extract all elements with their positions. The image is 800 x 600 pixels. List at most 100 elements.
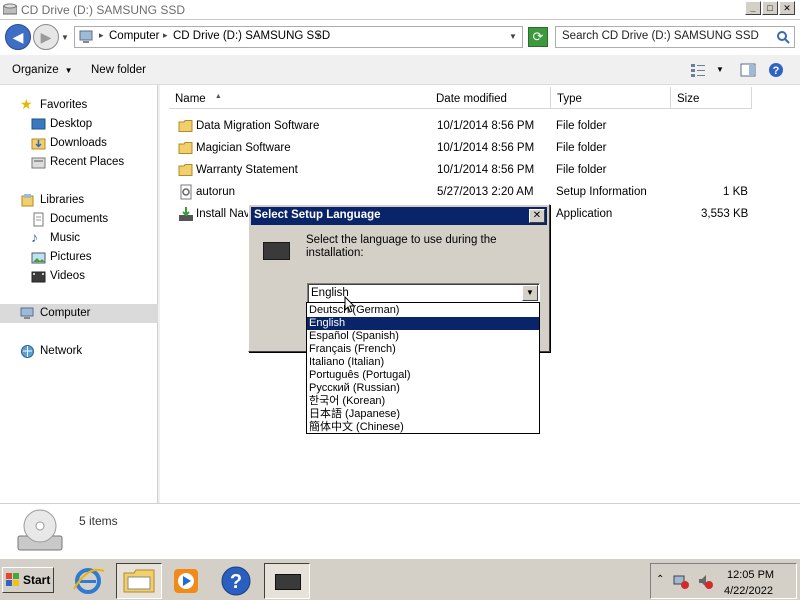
nav-music[interactable]: ♪ Music	[0, 229, 158, 248]
language-option-selected[interactable]: English	[307, 317, 539, 330]
nav-network-label: Network	[40, 345, 83, 357]
view-dropdown-icon[interactable]: ▼	[716, 65, 724, 74]
nav-documents[interactable]: Documents	[0, 210, 158, 229]
clock-date[interactable]: 4/22/2022	[724, 585, 773, 597]
nav-downloads-label: Downloads	[50, 137, 107, 149]
maximize-button[interactable]: □	[762, 1, 778, 15]
language-option[interactable]: 簡体中文 (Chinese)	[307, 421, 539, 434]
column-header-date[interactable]: Date modified	[430, 87, 551, 109]
file-type: File folder	[556, 120, 607, 132]
address-bar[interactable]: ▸ Computer ▸ CD Drive (D:) SAMSUNG SSD ▾…	[74, 26, 523, 48]
nav-favorites[interactable]: ★ Favorites	[0, 96, 158, 115]
file-type: Setup Information	[556, 186, 647, 198]
file-name: Magician Software	[196, 142, 291, 154]
documents-icon	[33, 212, 44, 227]
file-name: Warranty Statement	[196, 164, 298, 176]
language-option[interactable]: 日本語 (Japanese)	[307, 408, 539, 421]
crumb-computer[interactable]: Computer	[109, 30, 160, 42]
new-folder-button[interactable]: New folder	[91, 64, 146, 76]
file-type: File folder	[556, 142, 607, 154]
setup-info-icon	[180, 184, 192, 200]
help-support-icon[interactable]: ?	[216, 563, 256, 599]
search-icon[interactable]	[776, 30, 790, 44]
file-row[interactable]: Magician Software 10/1/2014 8:56 PM File…	[160, 137, 800, 159]
recent-pages-dropdown[interactable]: ▼	[61, 33, 69, 42]
file-row[interactable]: Data Migration Software 10/1/2014 8:56 P…	[160, 115, 800, 137]
file-date: 10/1/2014 8:56 PM	[437, 164, 535, 176]
language-option[interactable]: Italiano (Italian)	[307, 356, 539, 369]
nav-downloads[interactable]: Downloads	[0, 134, 158, 153]
language-option[interactable]: 한국어 (Korean)	[307, 395, 539, 408]
organize-button[interactable]: Organize ▼	[12, 64, 73, 76]
crumb-current-drive[interactable]: CD Drive (D:) SAMSUNG SSD	[173, 30, 330, 42]
column-header-size[interactable]: Size	[671, 87, 752, 109]
view-options-icon[interactable]	[690, 62, 706, 78]
search-input[interactable]: Search CD Drive (D:) SAMSUNG SSD	[555, 26, 795, 48]
pictures-icon	[31, 252, 46, 264]
nav-desktop[interactable]: Desktop	[0, 115, 158, 134]
svg-text:?: ?	[773, 65, 780, 77]
nav-videos[interactable]: Videos	[0, 267, 158, 286]
file-row[interactable]: autorun 5/27/2013 2:20 AM Setup Informat…	[160, 181, 800, 203]
explorer-taskbar-button[interactable]	[116, 563, 162, 599]
address-history-icon[interactable]: ▼	[509, 32, 517, 41]
minimize-button[interactable]: _	[745, 1, 761, 15]
chevron-down-icon[interactable]: ▼	[522, 285, 538, 301]
music-icon: ♪	[31, 229, 38, 245]
language-option[interactable]: Русский (Russian)	[307, 382, 539, 395]
system-tray: ⌃ 12:05 PM 4/22/2022	[650, 563, 797, 599]
nav-computer[interactable]: Computer	[0, 304, 158, 323]
arrow-right-icon: ▶	[40, 29, 52, 45]
media-player-icon[interactable]	[166, 563, 206, 599]
language-option[interactable]: Français (French)	[307, 343, 539, 356]
language-option[interactable]: Español (Spanish)	[307, 330, 539, 343]
help-icon[interactable]: ?	[768, 62, 784, 78]
clock-time[interactable]: 12:05 PM	[727, 569, 774, 581]
show-hidden-icons-icon[interactable]: ⌃	[656, 574, 664, 585]
language-option[interactable]: Deutsch (German)	[307, 304, 539, 317]
refresh-button[interactable]: ⟳	[528, 27, 548, 47]
crumb-separator-icon[interactable]: ▸	[163, 30, 168, 41]
file-date: 10/1/2014 8:56 PM	[437, 120, 535, 132]
crumb-dropdown-icon[interactable]: ▾	[316, 30, 321, 41]
file-row[interactable]: Warranty Statement 10/1/2014 8:56 PM Fil…	[160, 159, 800, 181]
recent-places-icon	[31, 157, 46, 169]
file-date: 10/1/2014 8:56 PM	[437, 142, 535, 154]
nav-desktop-label: Desktop	[50, 118, 93, 130]
setup-taskbar-button[interactable]	[264, 563, 310, 599]
language-dropdown-list: Deutsch (German) English Español (Spanis…	[306, 302, 540, 434]
nav-videos-label: Videos	[50, 270, 85, 282]
dialog-close-button[interactable]: ✕	[529, 209, 545, 223]
start-button[interactable]: Start	[2, 567, 54, 593]
column-header-type[interactable]: Type	[551, 87, 671, 109]
crumb-separator-icon[interactable]: ▸	[99, 30, 104, 41]
language-select[interactable]: English ▼	[307, 283, 540, 303]
file-type: Application	[556, 208, 613, 220]
forward-button[interactable]: ▶	[33, 24, 59, 50]
organize-label: Organize	[12, 64, 59, 76]
computer-icon	[20, 307, 34, 319]
network-error-icon[interactable]	[673, 573, 689, 589]
close-button[interactable]: ✕	[779, 1, 795, 15]
language-option[interactable]: Português (Portugal)	[307, 369, 539, 382]
nav-libraries[interactable]: Libraries	[0, 191, 158, 210]
downloads-icon	[31, 138, 46, 150]
chevron-down-icon: ▼	[64, 66, 73, 75]
item-count: 5 items	[79, 514, 118, 528]
nav-pictures[interactable]: Pictures	[0, 248, 158, 267]
back-button[interactable]: ◀	[5, 24, 31, 50]
preview-pane-icon[interactable]	[740, 62, 756, 78]
nav-music-label: Music	[50, 232, 81, 244]
dialog-title-bar[interactable]: Select Setup Language ✕	[251, 207, 547, 225]
title-bar[interactable]: CD Drive (D:) SAMSUNG SSD _ □ ✕	[0, 0, 800, 20]
close-icon: ✕	[532, 210, 542, 221]
file-size: 3,553 KB	[701, 208, 749, 220]
command-bar: Organize ▼ New folder ▼ ?	[0, 55, 800, 85]
column-header-name[interactable]: Name ▲	[169, 87, 433, 109]
internet-explorer-icon[interactable]	[68, 563, 108, 599]
videos-icon	[31, 271, 46, 283]
nav-recent-places[interactable]: Recent Places	[0, 153, 158, 172]
dialog-prompt: Select the language to use during the in…	[306, 234, 497, 259]
nav-network[interactable]: Network	[0, 342, 158, 361]
volume-muted-icon[interactable]	[697, 573, 713, 589]
